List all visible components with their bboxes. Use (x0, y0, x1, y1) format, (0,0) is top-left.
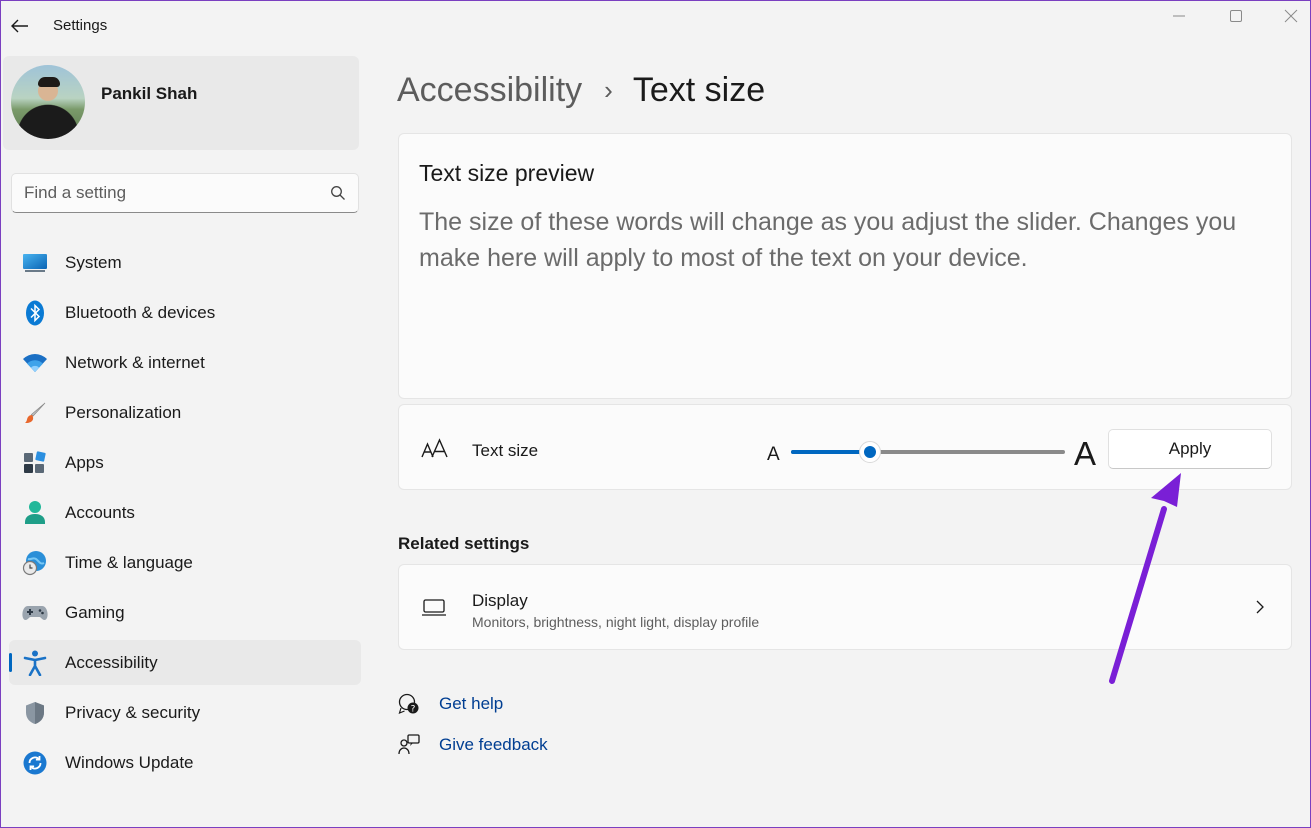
text-size-label: Text size (472, 441, 539, 460)
chevron-right-icon (1256, 600, 1264, 614)
bluetooth-icon (22, 300, 48, 326)
minimize-icon (1173, 15, 1185, 17)
search-input[interactable] (24, 182, 314, 204)
minimize-button[interactable] (1151, 1, 1207, 31)
slider-min-glyph: A (767, 444, 780, 465)
sidebar-item-label: Gaming (65, 602, 125, 622)
display-title: Display (472, 591, 528, 610)
sidebar-item-time-language[interactable]: Time & language (9, 540, 361, 585)
sidebar-item-label: Accessibility (65, 652, 158, 672)
avatar (11, 65, 85, 139)
app-title: Settings (53, 17, 108, 34)
wifi-icon (22, 351, 48, 375)
laptop-icon (422, 599, 446, 616)
feedback-icon (398, 734, 420, 756)
slider-thumb[interactable] (859, 441, 882, 463)
breadcrumb: Accessibility › Text size (397, 67, 765, 113)
text-size-preview-card: Text size preview The size of these word… (398, 133, 1292, 399)
apply-button[interactable]: Apply (1108, 429, 1272, 469)
display-settings-link[interactable]: Display Monitors, brightness, night ligh… (398, 564, 1292, 650)
profile-name: Pankil Shah (101, 84, 198, 103)
system-icon (22, 251, 48, 275)
shield-icon (22, 701, 48, 725)
back-arrow-icon (11, 19, 28, 33)
get-help-label[interactable]: Get help (439, 694, 503, 714)
sidebar-item-label: Accounts (65, 502, 135, 522)
preview-text: The size of these words will change as y… (419, 208, 1237, 272)
svg-text:?: ? (411, 705, 416, 715)
search-box[interactable] (11, 173, 359, 213)
display-description: Monitors, brightness, night light, displ… (472, 614, 760, 630)
search-icon[interactable] (330, 185, 346, 201)
breadcrumb-parent[interactable]: Accessibility (397, 71, 582, 110)
sidebar-item-accessibility[interactable]: Accessibility (9, 640, 361, 685)
slider-max-glyph: A (1074, 435, 1097, 472)
sidebar-item-label: Bluetooth & devices (65, 302, 216, 322)
maximize-button[interactable] (1208, 1, 1264, 31)
preview-title: Text size preview (419, 160, 595, 186)
settings-window: Settings Pankil Shah System (0, 0, 1311, 828)
close-button[interactable] (1263, 1, 1311, 31)
sidebar-item-label: System (65, 252, 122, 272)
sidebar-nav: System Bluetooth & devices Network & int… (9, 240, 361, 790)
sidebar-item-bluetooth[interactable]: Bluetooth & devices (9, 290, 361, 335)
time-language-icon (22, 551, 48, 576)
page-title: Text size (632, 70, 766, 109)
back-button[interactable] (7, 13, 33, 39)
get-help-link[interactable]: ? Get help (398, 693, 503, 715)
text-size-icon (421, 438, 448, 458)
related-settings-heading: Related settings (398, 534, 530, 553)
sidebar-item-label: Time & language (65, 552, 193, 572)
sidebar-item-label: Privacy & security (65, 702, 201, 722)
give-feedback-link[interactable]: Give feedback (398, 734, 548, 756)
gamepad-icon (22, 601, 48, 625)
sidebar-item-accounts[interactable]: Accounts (9, 490, 361, 535)
brush-icon (22, 401, 48, 425)
breadcrumb-separator: › (604, 74, 613, 105)
sidebar-item-apps[interactable]: Apps (9, 440, 361, 485)
windows-update-icon (22, 751, 48, 775)
sidebar-item-network[interactable]: Network & internet (9, 340, 361, 385)
apps-icon (22, 451, 48, 475)
accessibility-icon (22, 650, 48, 676)
help-icon: ? (398, 693, 420, 715)
accounts-icon (22, 501, 48, 525)
sidebar-item-label: Personalization (65, 402, 182, 422)
sidebar-item-gaming[interactable]: Gaming (9, 590, 361, 635)
sidebar-item-label: Network & internet (65, 352, 205, 372)
title-bar: Settings (1, 1, 1310, 49)
sidebar-item-label: Windows Update (65, 752, 194, 772)
sidebar-item-personalization[interactable]: Personalization (9, 390, 361, 435)
sidebar-item-label: Apps (65, 452, 104, 472)
user-profile-card[interactable]: Pankil Shah (3, 56, 359, 150)
text-size-setting-card: Text size A A Apply (398, 404, 1292, 490)
sidebar-item-windows-update[interactable]: Windows Update (9, 740, 361, 785)
maximize-icon (1230, 10, 1242, 22)
close-icon (1284, 9, 1298, 23)
sidebar-item-privacy-security[interactable]: Privacy & security (9, 690, 361, 735)
text-size-slider[interactable] (791, 441, 1065, 463)
give-feedback-label[interactable]: Give feedback (439, 735, 548, 755)
sidebar-item-system[interactable]: System (9, 240, 361, 285)
